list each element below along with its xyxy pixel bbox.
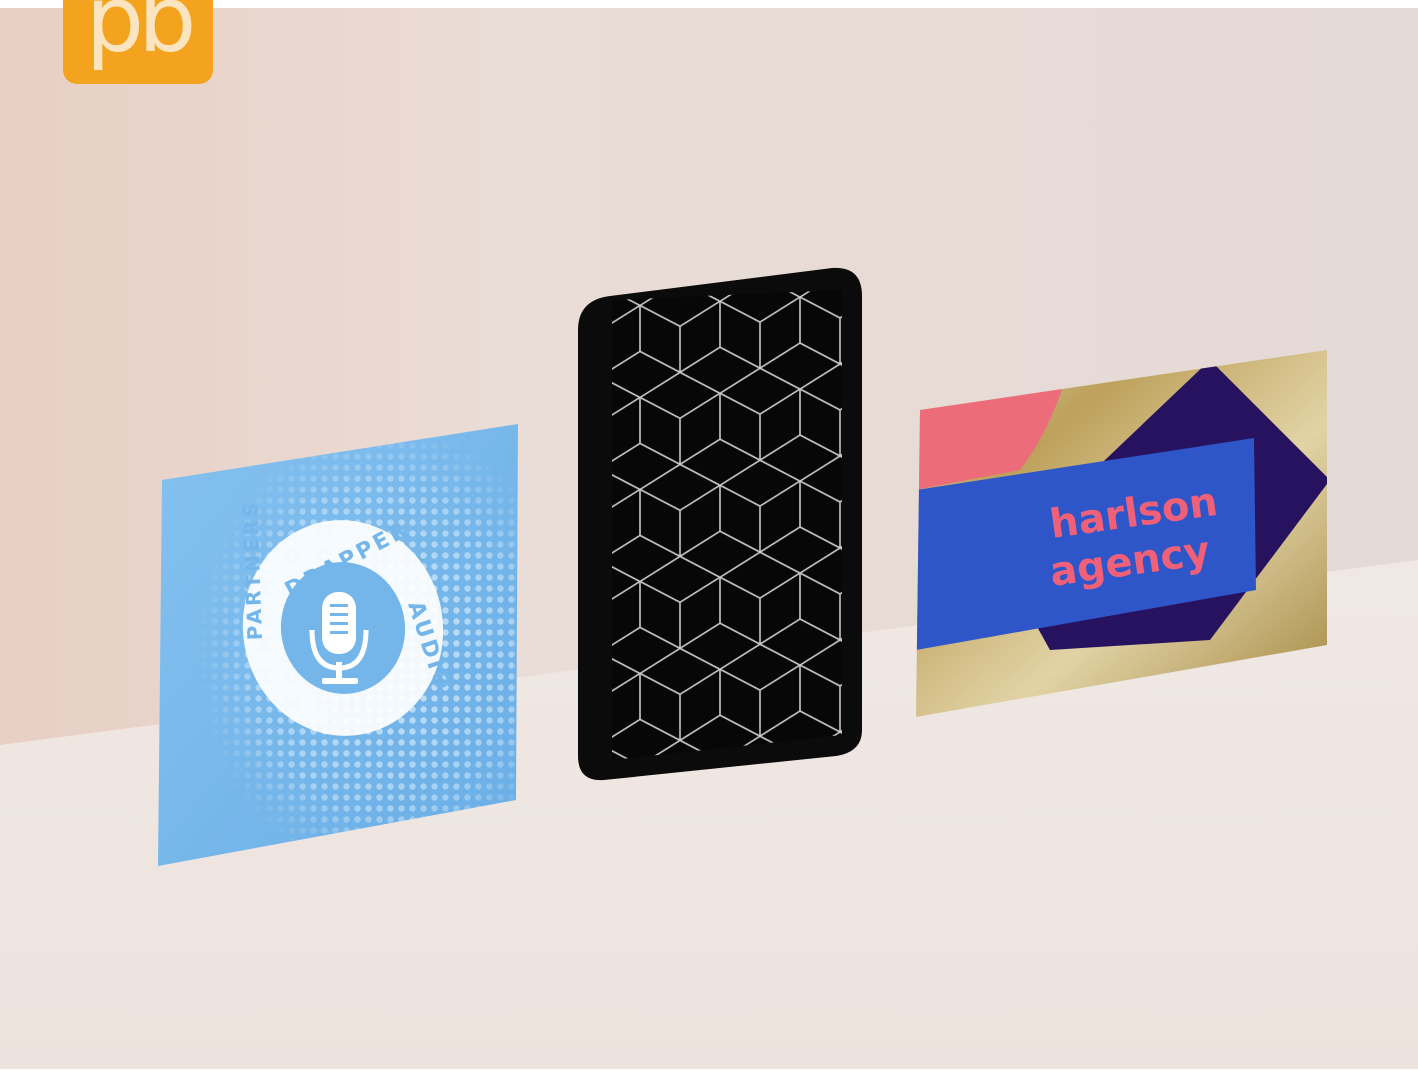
logo-text: pb [85, 0, 197, 73]
badge-bottom-text: PARTNERS [238, 499, 267, 640]
pb-logo-icon[interactable]: pb [63, 0, 213, 84]
scene-svg: DRAPPER AUDIO PARTNERS harlson agency [0, 0, 1418, 1075]
drapper-audio-card: DRAPPER AUDIO PARTNERS [158, 424, 518, 866]
scene: DRAPPER AUDIO PARTNERS harlson agency [0, 0, 1418, 1075]
bottom-bar [0, 1069, 1418, 1075]
black-foil-card [578, 267, 862, 781]
